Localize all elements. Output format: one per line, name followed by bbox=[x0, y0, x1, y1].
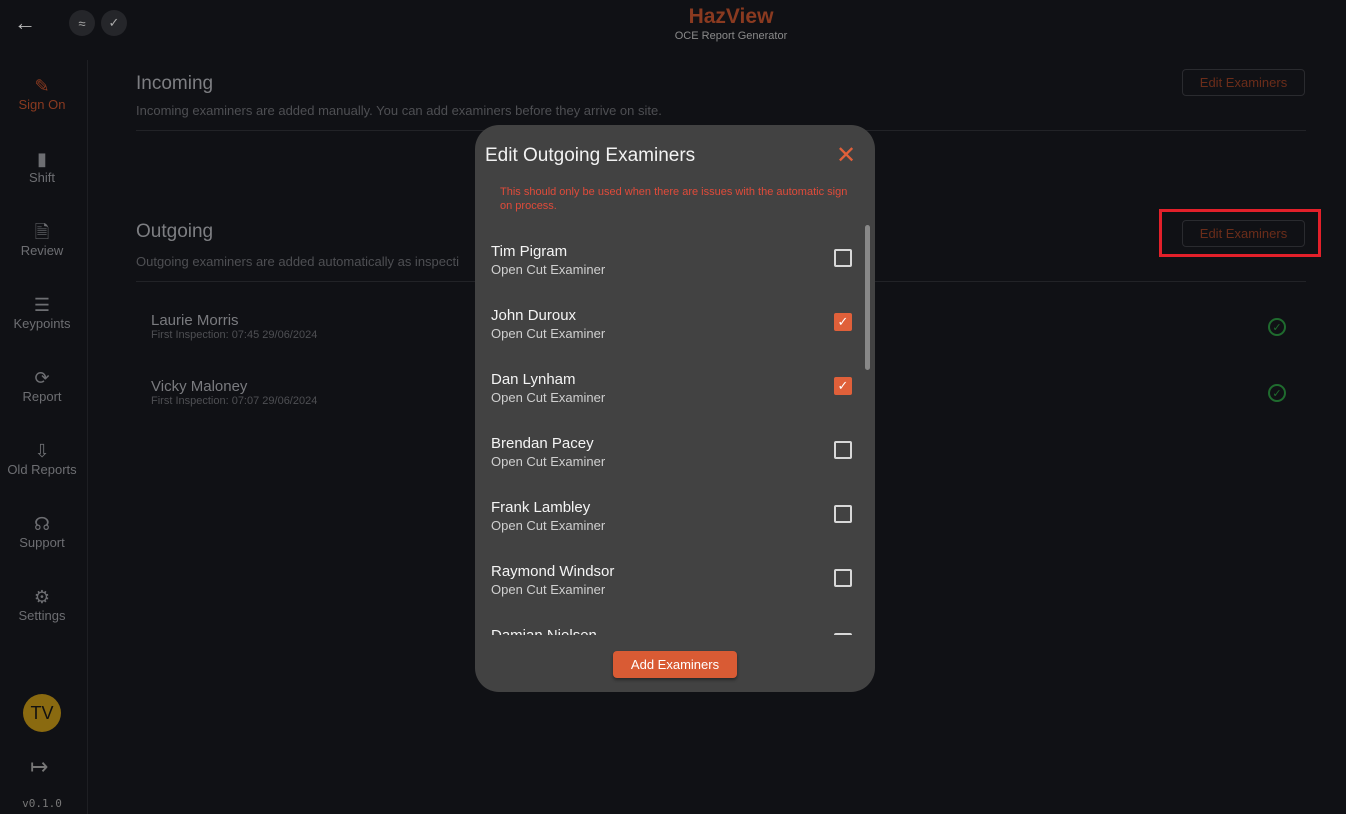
examiner-name: Laurie Morris bbox=[151, 312, 239, 329]
sidebar-item-keypoints[interactable]: ☰ Keypoints bbox=[0, 294, 84, 331]
examiner-checkbox[interactable]: ✓ bbox=[834, 377, 852, 395]
incoming-description: Incoming examiners are added manually. Y… bbox=[136, 103, 662, 118]
examiner-list-item[interactable]: Dan Lynham Open Cut Examiner ✓ bbox=[491, 371, 853, 421]
sidebar-item-support[interactable]: ☊ Support bbox=[0, 513, 84, 550]
examiner-list-item[interactable]: Frank Lambley Open Cut Examiner bbox=[491, 499, 853, 549]
sidebar-item-label: Review bbox=[20, 243, 64, 258]
version-label: v0.1.0 bbox=[22, 797, 62, 810]
examiner-role: Open Cut Examiner bbox=[491, 326, 606, 341]
examiner-role: Open Cut Examiner bbox=[491, 390, 606, 405]
sidebar-item-label: Sign On bbox=[18, 97, 66, 112]
signature-icon: ✎ bbox=[34, 76, 50, 96]
sidebar-item-shift[interactable]: ▮ Shift bbox=[0, 148, 84, 185]
examiner-role: Open Cut Examiner bbox=[491, 454, 606, 469]
archive-icon: ⇩ bbox=[34, 441, 50, 461]
examiner-name: Damian Nielsen bbox=[491, 627, 853, 635]
examiner-name: Tim Pigram bbox=[491, 243, 568, 260]
app-title: HazView bbox=[688, 5, 774, 28]
first-inspection: First Inspection: 07:07 29/06/2024 bbox=[151, 395, 318, 407]
examiner-name: Vicky Maloney bbox=[151, 378, 248, 395]
sidebar-item-label: Report bbox=[22, 389, 62, 404]
sidebar-item-report[interactable]: ⟳ Report bbox=[0, 367, 84, 404]
examiner-name: Frank Lambley bbox=[491, 499, 591, 516]
warning-text: This should only be used when there are … bbox=[500, 186, 848, 212]
check-circle-icon: ✓ bbox=[1268, 318, 1286, 336]
add-examiners-button[interactable]: Add Examiners bbox=[613, 651, 737, 678]
examiner-name: Raymond Windsor bbox=[491, 563, 615, 580]
check-circle-icon: ✓ bbox=[1268, 384, 1286, 402]
examiner-checkbox[interactable] bbox=[834, 569, 852, 587]
incoming-title: Incoming bbox=[136, 73, 214, 94]
examiner-role: Open Cut Examiner bbox=[491, 262, 606, 277]
sidebar-item-old-reports[interactable]: ⇩ Old Reports bbox=[0, 440, 84, 477]
list-icon: ☰ bbox=[33, 295, 51, 315]
outgoing-row: Laurie Morris First Inspection: 07:45 29… bbox=[151, 312, 317, 341]
edit-incoming-examiners-button[interactable]: Edit Examiners bbox=[1182, 69, 1305, 96]
first-inspection: First Inspection: 07:45 29/06/2024 bbox=[151, 329, 318, 341]
examiner-checkbox[interactable] bbox=[834, 441, 852, 459]
sidebar-item-sign-on[interactable]: ✎ Sign On bbox=[0, 75, 84, 112]
dialog-title: Edit Outgoing Examiners bbox=[485, 145, 696, 166]
outgoing-description: Outgoing examiners are added automatical… bbox=[136, 254, 460, 269]
scrollbar[interactable] bbox=[865, 225, 870, 370]
headset-icon: ☊ bbox=[34, 514, 50, 534]
examiner-name: Dan Lynham bbox=[491, 371, 576, 388]
examiner-name: John Duroux bbox=[491, 307, 577, 324]
sidebar-item-label: Keypoints bbox=[13, 316, 71, 331]
examiner-list-item[interactable]: John Duroux Open Cut Examiner ✓ bbox=[491, 307, 853, 357]
examiner-list[interactable]: Tim Pigram Open Cut Examiner John Duroux Op… bbox=[475, 225, 875, 635]
sidebar-item-review[interactable]: 🗎 Review bbox=[0, 221, 84, 258]
highlight-box bbox=[1159, 209, 1321, 257]
examiner-list-item[interactable]: Brendan Pacey Open Cut Examiner bbox=[491, 435, 853, 485]
document-edit-icon: 🗎 bbox=[34, 222, 50, 242]
examiner-list-item[interactable]: Raymond Windsor Open Cut Examiner bbox=[491, 563, 853, 613]
edit-outgoing-examiners-dialog: Edit Outgoing Examiners ✕ This should on… bbox=[475, 125, 875, 692]
avatar[interactable]: TV bbox=[23, 694, 61, 732]
sidebar-item-label: Support bbox=[19, 535, 65, 550]
examiner-role: Open Cut Examiner bbox=[491, 582, 606, 597]
sidebar-item-label: Shift bbox=[28, 170, 55, 185]
app-subtitle: OCE Report Generator bbox=[674, 30, 788, 42]
bar-chart-icon: ▮ bbox=[37, 149, 47, 169]
examiner-name: Brendan Pacey bbox=[491, 435, 594, 452]
examiner-checkbox[interactable] bbox=[834, 633, 852, 635]
logout-icon[interactable]: ↦ bbox=[30, 754, 48, 780]
app-brand: HazView OCE Report Generator bbox=[0, 5, 1346, 42]
examiner-role: Open Cut Examiner bbox=[491, 518, 606, 533]
sidebar-item-label: Settings bbox=[18, 608, 66, 623]
examiner-checkbox[interactable] bbox=[834, 249, 852, 267]
examiner-checkbox[interactable]: ✓ bbox=[834, 313, 852, 331]
examiner-checkbox[interactable] bbox=[834, 505, 852, 523]
examiner-list-item[interactable]: Tim Pigram Open Cut Examiner bbox=[491, 243, 853, 293]
close-icon[interactable]: ✕ bbox=[836, 141, 856, 170]
outgoing-title: Outgoing bbox=[136, 221, 214, 242]
examiner-list-item[interactable]: Damian NielsenOpen Cut Examiner bbox=[491, 627, 853, 635]
outgoing-row: Vicky Maloney First Inspection: 07:07 29… bbox=[151, 378, 317, 407]
report-icon: ⟳ bbox=[34, 368, 50, 388]
sidebar-item-settings[interactable]: ⚙ Settings bbox=[0, 586, 84, 623]
sidebar-item-label: Old Reports bbox=[7, 462, 77, 477]
gear-icon: ⚙ bbox=[33, 587, 51, 607]
